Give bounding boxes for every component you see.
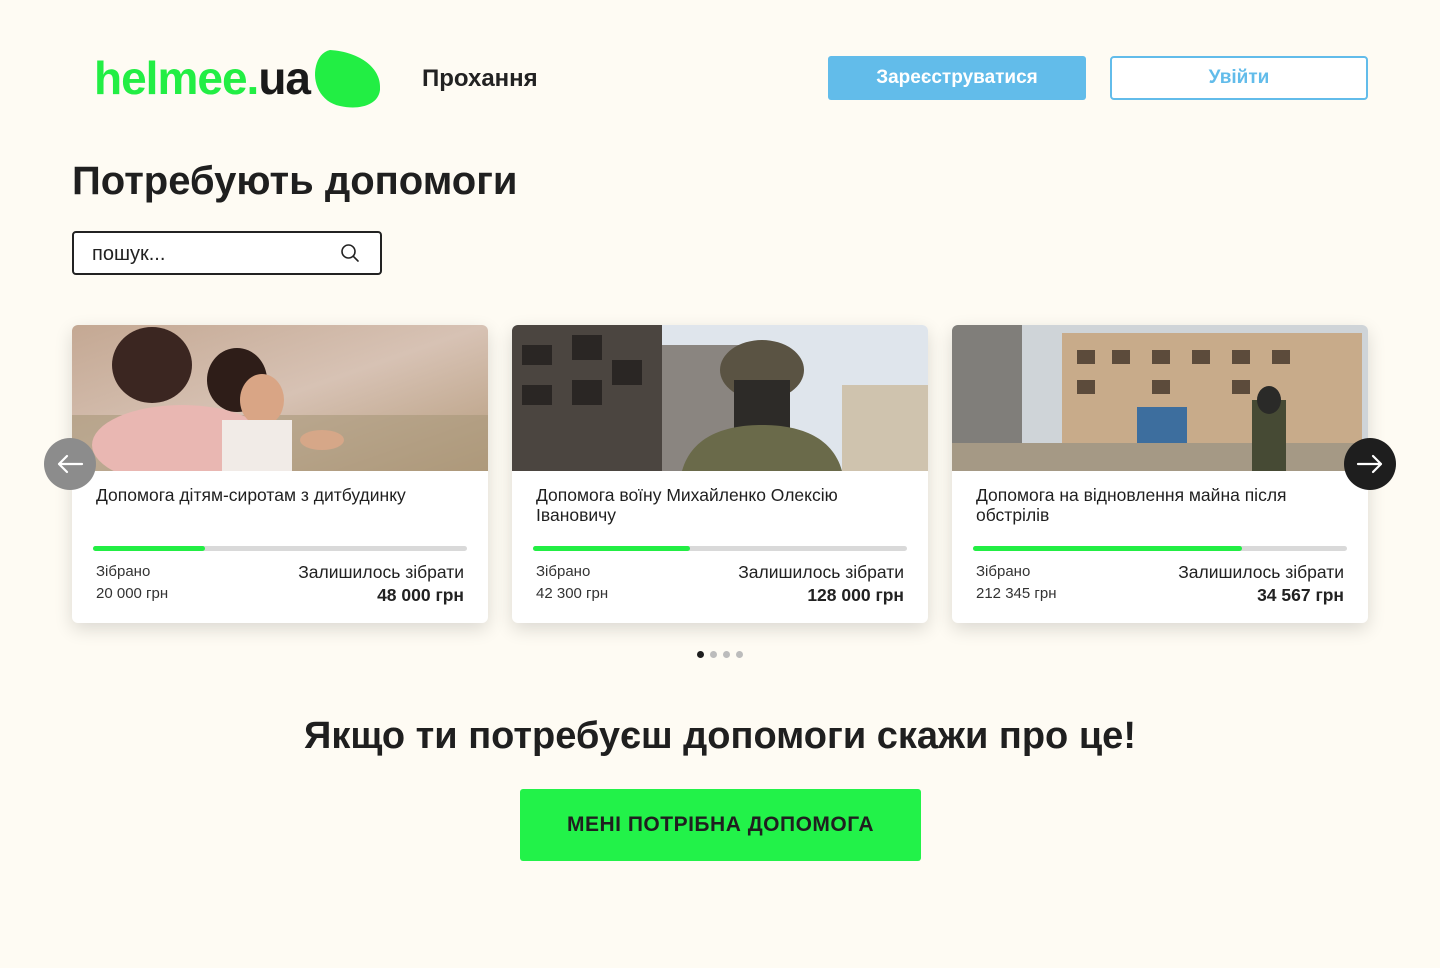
raised-value: 20 000 грн [96,585,169,602]
page-title: Потребують допомоги [72,159,518,203]
progress-fill [533,546,691,551]
carousel-prev-button[interactable] [44,438,96,490]
card-image-damaged-building [952,325,1368,471]
raised-value: 212 345 грн [976,585,1057,602]
card-title: Допомога воїну Михайленко Олексію Іванов… [536,485,838,525]
progress-bar [533,546,907,551]
search-icon[interactable] [340,243,360,263]
search-input[interactable] [92,241,332,267]
carousel-dot[interactable] [723,651,730,658]
nav-link-requests[interactable]: Прохання [422,64,538,94]
carousel-dot[interactable] [697,651,704,658]
logo-ua-text: ua [258,52,311,104]
remaining-value: 34 567 грн [1257,585,1344,605]
carousel-dot[interactable] [736,651,743,658]
request-card[interactable]: Допомога воїну Михайленко Олексію Іванов… [512,325,928,623]
logo-leaf-shape [315,50,381,108]
card-title: Допомога дітям-сиротам з дитбудинку [96,485,406,505]
request-card[interactable]: Допомога дітям-сиротам з дитбудинку Зібр… [72,325,488,623]
remaining-value: 128 000 грн [807,585,904,605]
card-image-children [72,325,488,471]
carousel-dot[interactable] [710,651,717,658]
raised-label: Зібрано [536,563,591,580]
remaining-label: Залишилось зібрати [298,562,464,582]
logo-main-text: helmee. [94,52,259,104]
remaining-label: Залишилось зібрати [738,562,904,582]
need-help-button[interactable]: МЕНІ ПОТРІБНА ДОПОМОГА [520,789,921,861]
login-button[interactable]: Увійти [1110,56,1368,100]
carousel-pagination [697,651,743,658]
progress-fill [93,546,206,551]
progress-fill [973,546,1243,551]
register-button[interactable]: Зареєструватися [828,56,1086,100]
search-box[interactable] [72,231,382,275]
progress-bar [973,546,1347,551]
progress-bar [93,546,467,551]
remaining-label: Залишилось зібрати [1178,562,1344,582]
carousel-next-button[interactable] [1344,438,1396,490]
arrow-right-icon [1356,454,1383,474]
raised-label: Зібрано [976,563,1031,580]
raised-value: 42 300 грн [536,585,609,602]
card-image-soldier [512,325,928,471]
logo[interactable]: helmee.ua [94,50,394,110]
arrow-left-icon [57,454,84,474]
remaining-value: 48 000 грн [377,585,464,605]
raised-label: Зібрано [96,563,151,580]
cta-heading: Якщо ти потребуєш допомоги скажи про це! [304,715,1136,757]
card-title: Допомога на відновлення майна після обст… [976,485,1287,525]
request-card[interactable]: Допомога на відновлення майна після обст… [952,325,1368,623]
